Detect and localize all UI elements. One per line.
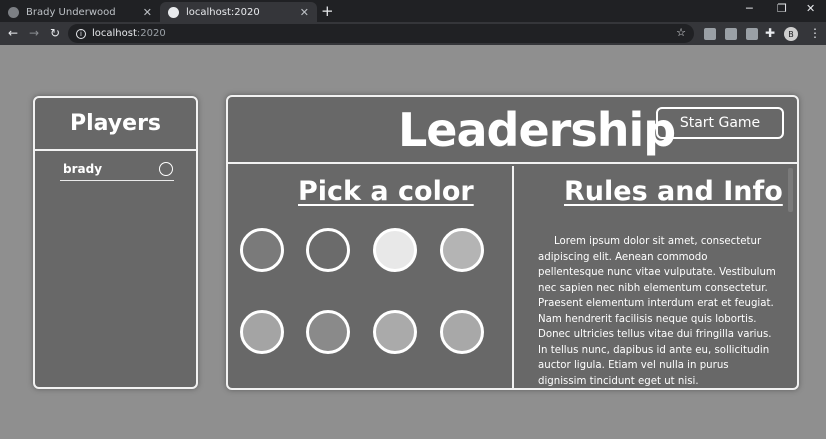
header-bar: Leadership Start Game: [228, 97, 797, 164]
color-swatch-8[interactable]: [440, 310, 484, 354]
color-swatch-5[interactable]: [240, 310, 284, 354]
browser-toolbar: ← → ↻ i localhost:2020 ☆ ✚ B ⋮: [0, 22, 826, 45]
close-icon[interactable]: ✕: [300, 6, 309, 19]
color-swatch-7[interactable]: [373, 310, 417, 354]
color-swatch-4[interactable]: [440, 228, 484, 272]
extension-icon[interactable]: [704, 28, 716, 40]
color-swatch-3[interactable]: [373, 228, 417, 272]
tab-title: localhost:2020: [186, 6, 260, 18]
url-host: localhost: [92, 28, 137, 39]
rules-text: Lorem ipsum dolor sit amet, consectetur …: [538, 236, 776, 387]
color-swatch-6[interactable]: [306, 310, 350, 354]
player-row: brady: [60, 161, 174, 181]
extension-icon[interactable]: [725, 28, 737, 40]
color-picker-section: Pick a color: [228, 166, 514, 388]
globe-icon: [168, 6, 179, 18]
rules-heading: Rules and Info: [564, 176, 783, 207]
back-icon[interactable]: ←: [8, 26, 18, 40]
players-title: Players: [35, 98, 196, 151]
restore-icon[interactable]: ❐: [777, 2, 787, 15]
players-panel: Players brady: [33, 96, 198, 389]
new-tab-button[interactable]: +: [321, 2, 334, 20]
browser-tab-active[interactable]: localhost:2020 ✕: [160, 2, 317, 22]
info-icon[interactable]: i: [76, 28, 86, 39]
color-swatch-2[interactable]: [306, 228, 350, 272]
main-panel: Leadership Start Game Pick a color Rules…: [226, 95, 799, 390]
rules-scrollbar[interactable]: [788, 168, 793, 212]
minimize-icon[interactable]: ─: [746, 2, 753, 15]
close-icon[interactable]: ✕: [143, 6, 152, 19]
color-swatch-1[interactable]: [240, 228, 284, 272]
page-title: Leadership: [398, 103, 676, 157]
globe-icon: [8, 6, 19, 18]
profile-avatar[interactable]: B: [784, 27, 798, 41]
bookmark-star-icon[interactable]: ☆: [676, 26, 686, 39]
start-game-button[interactable]: Start Game: [656, 107, 784, 139]
rules-section[interactable]: Rules and Info Lorem ipsum dolor sit ame…: [516, 166, 797, 388]
puzzle-extensions-icon[interactable]: ✚: [765, 26, 775, 40]
tab-title: Brady Underwood: [26, 6, 116, 18]
more-menu-icon[interactable]: ⋮: [809, 26, 821, 40]
reload-icon[interactable]: ↻: [50, 26, 60, 40]
browser-tab-strip: Brady Underwood ✕ localhost:2020 ✕ + ─ ❐…: [0, 0, 826, 22]
player-name: brady: [63, 162, 103, 176]
forward-icon[interactable]: →: [29, 26, 39, 40]
window-close-icon[interactable]: ✕: [806, 2, 815, 15]
address-bar[interactable]: i localhost:2020 ☆: [68, 24, 694, 43]
url-port: :2020: [136, 28, 166, 39]
color-picker-heading: Pick a color: [298, 176, 474, 207]
extension-icon[interactable]: [746, 28, 758, 40]
player-status-circle-icon: [159, 162, 173, 176]
browser-tab[interactable]: Brady Underwood ✕: [0, 2, 160, 22]
